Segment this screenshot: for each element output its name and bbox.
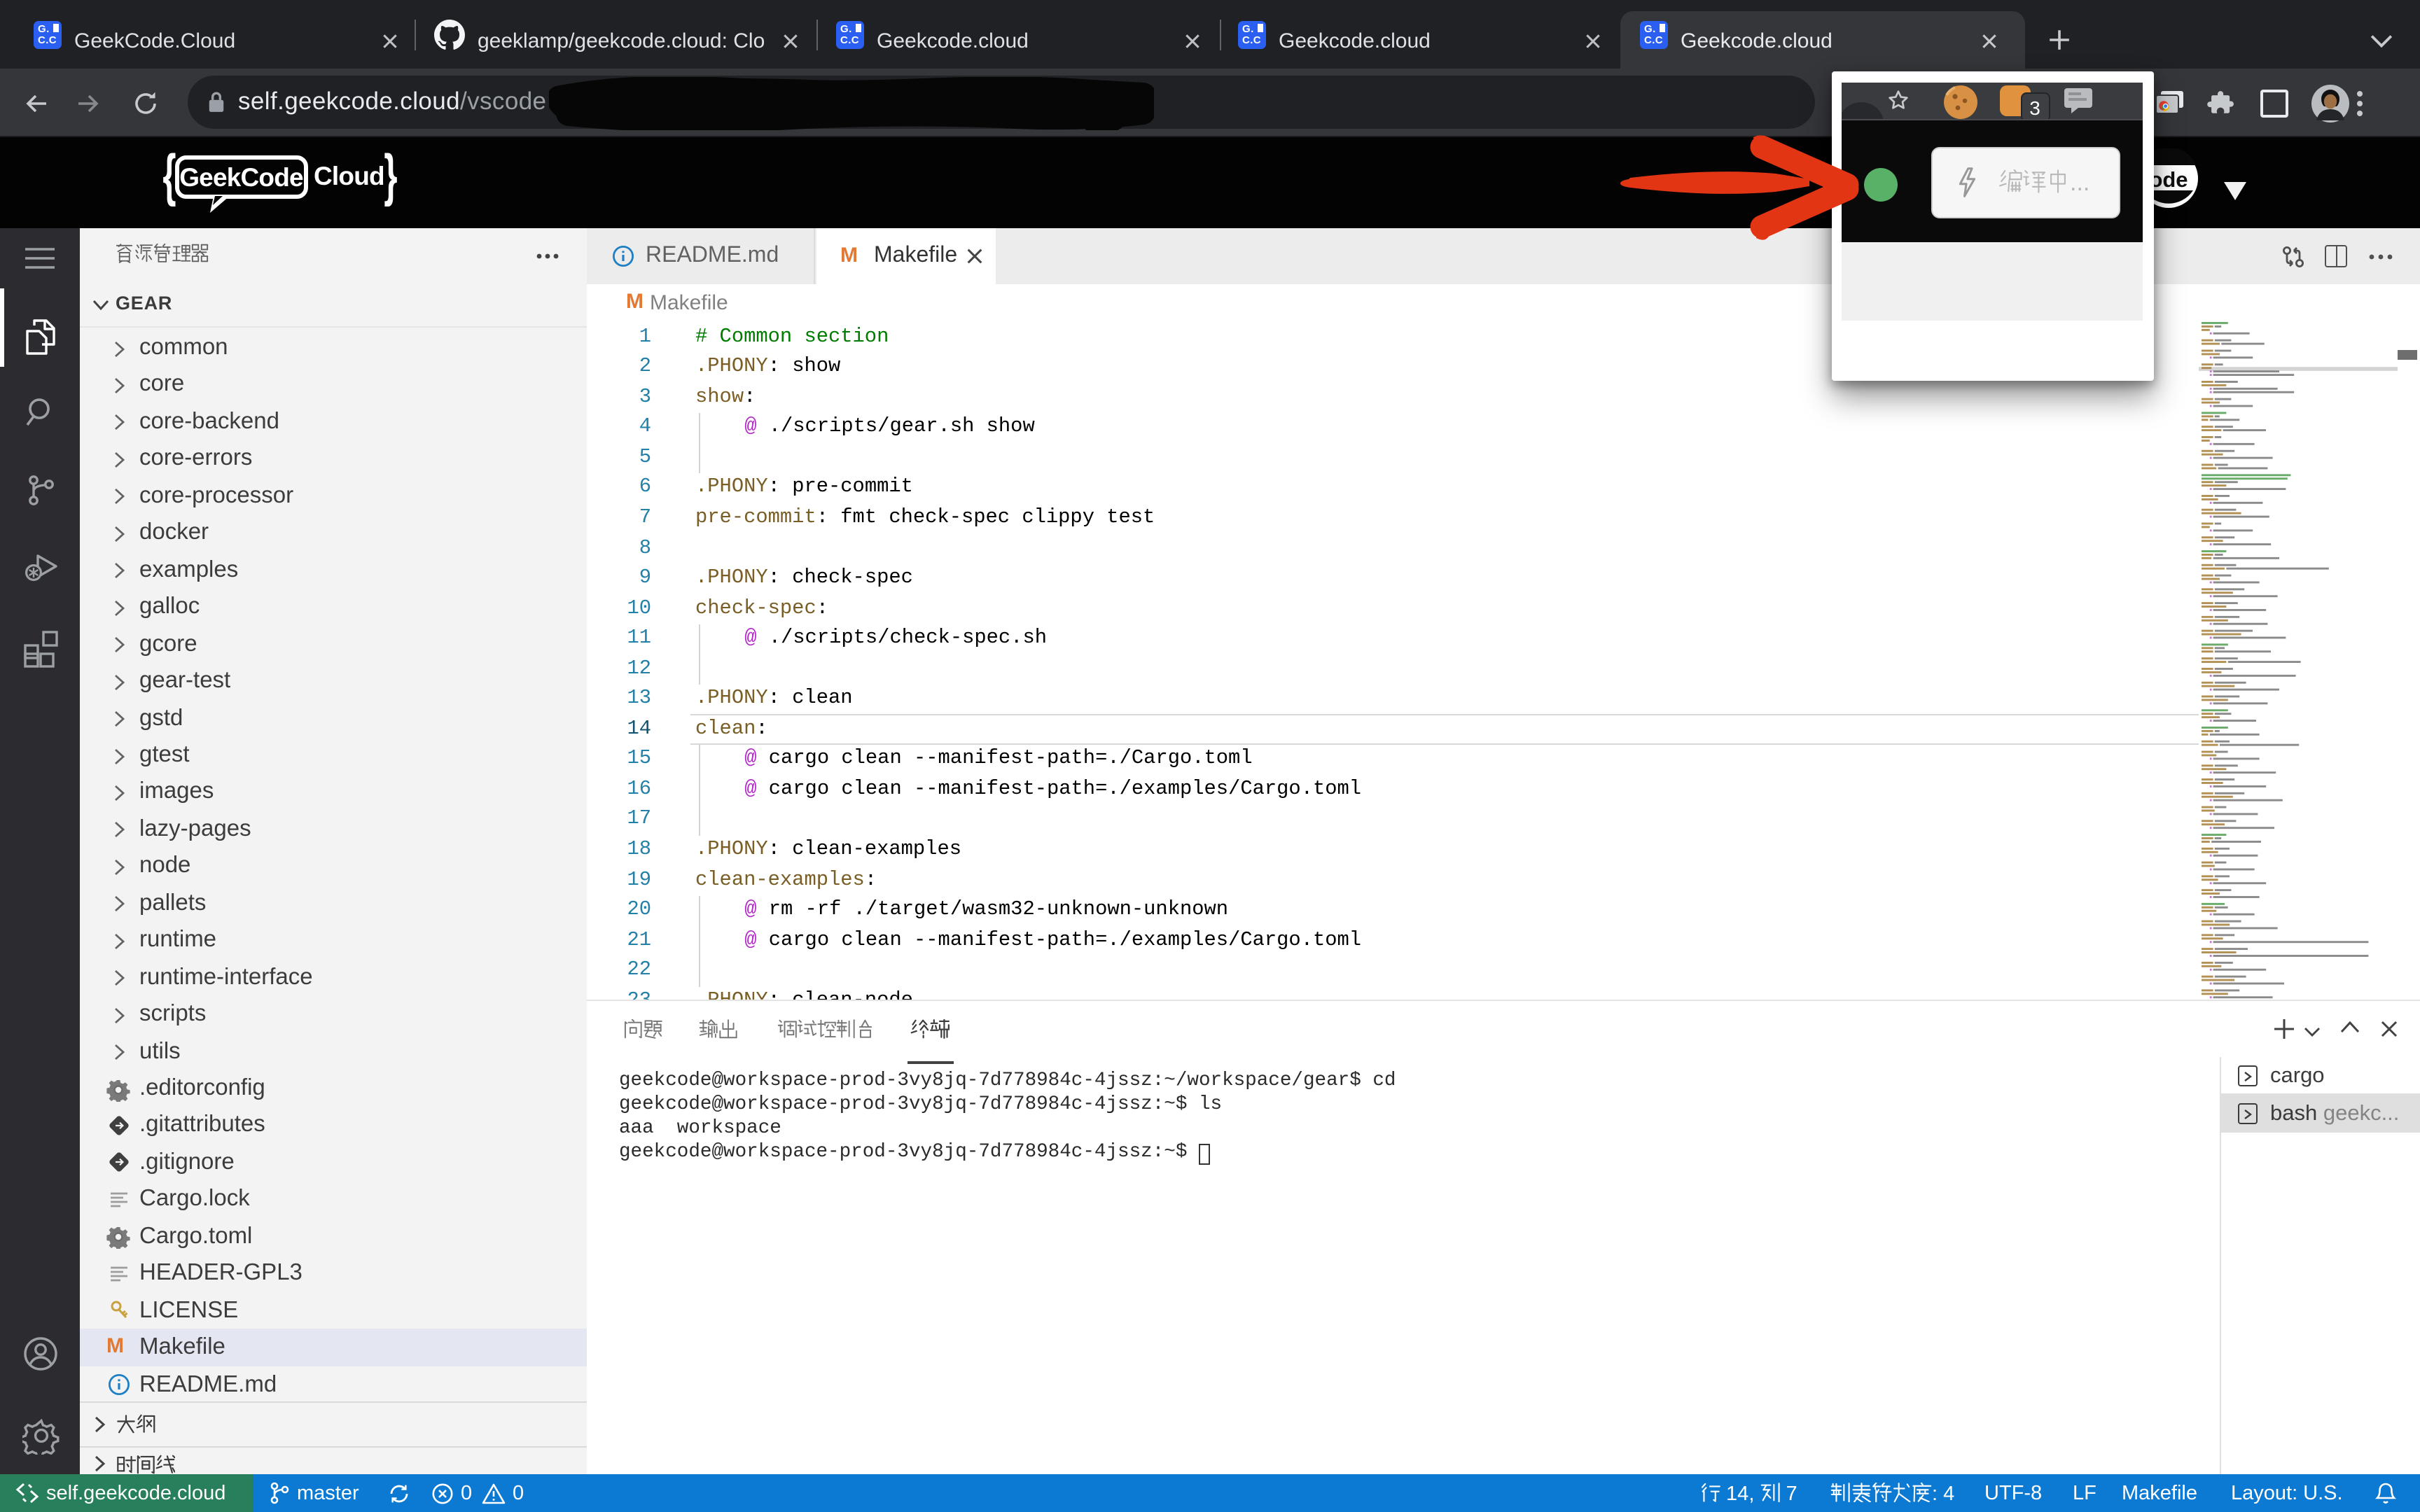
svg-text:ode: ode — [2149, 167, 2188, 192]
